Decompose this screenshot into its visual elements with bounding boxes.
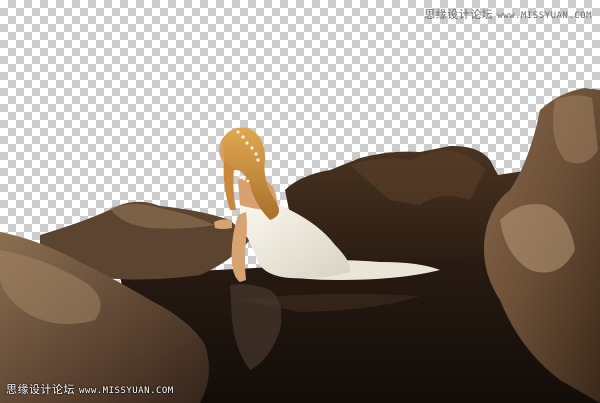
transparent-canvas: 思缘设计论坛 www.MISSYUAN.COM 思缘设计论坛 www.MISSYUA… <box>0 0 600 403</box>
watermark-top-text: 思缘设计论坛 <box>424 8 494 21</box>
watermark-top-url: www.MISSYUAN.COM <box>497 11 592 21</box>
watermark-top: 思缘设计论坛 www.MISSYUAN.COM <box>424 6 592 22</box>
watermark-bottom: 思缘设计论坛 www.MISSYUAN.COM <box>6 381 174 397</box>
arm <box>231 212 247 282</box>
photo-layer <box>0 88 600 403</box>
watermark-bottom-url: www.MISSYUAN.COM <box>79 386 174 396</box>
watermark-bottom-text: 思缘设计论坛 <box>6 383 75 396</box>
